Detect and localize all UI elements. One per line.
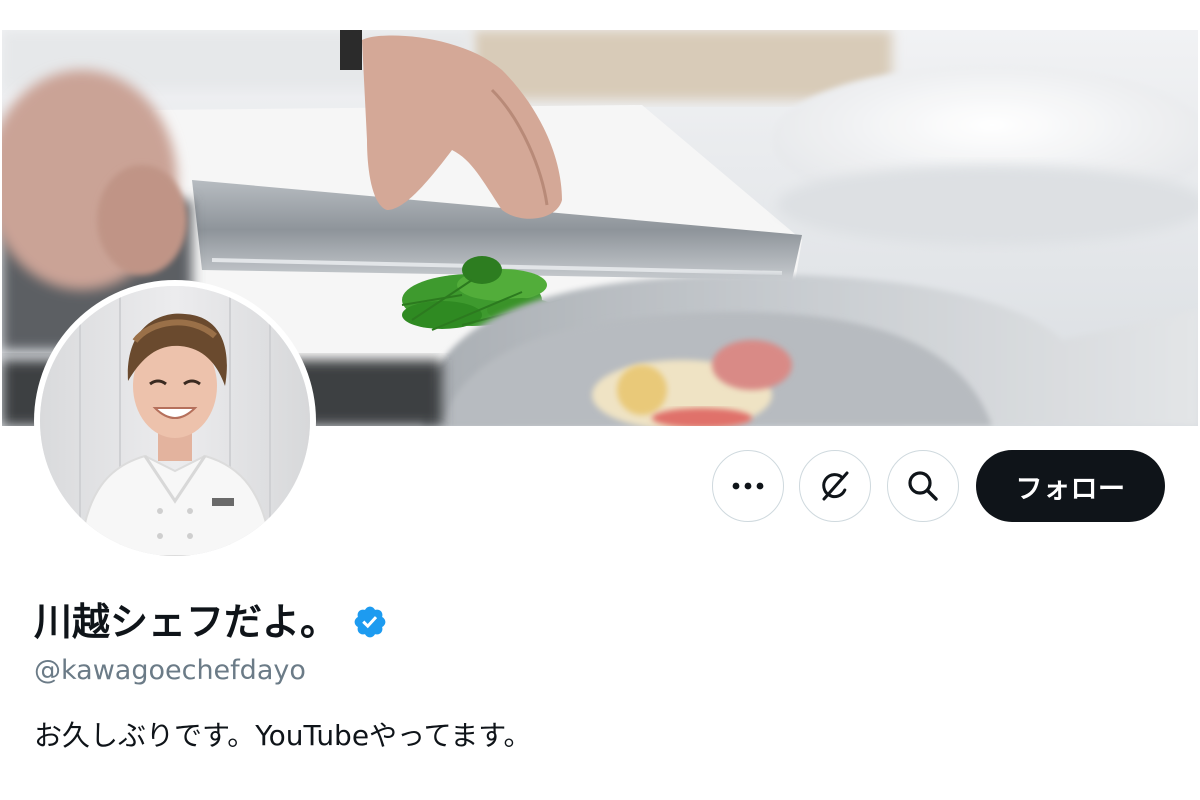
profile-bio: お久しぶりです。YouTubeやってます。 bbox=[34, 719, 532, 752]
search-button[interactable] bbox=[887, 450, 959, 522]
profile-avatar[interactable] bbox=[34, 280, 316, 562]
more-options-button[interactable] bbox=[712, 450, 784, 522]
grok-button[interactable] bbox=[799, 450, 871, 522]
display-name-row: 川越シェフだよ。 bbox=[34, 595, 388, 649]
follow-button[interactable]: フォロー bbox=[976, 450, 1165, 522]
more-horizontal-icon bbox=[732, 482, 764, 490]
grok-icon bbox=[817, 468, 853, 504]
username-handle: @kawagoechefdayo bbox=[34, 655, 306, 686]
avatar-image bbox=[40, 286, 310, 556]
verified-badge-icon[interactable] bbox=[352, 604, 388, 640]
search-icon bbox=[906, 469, 940, 503]
follow-button-label: フォロー bbox=[1015, 473, 1126, 505]
display-name: 川越シェフだよ。 bbox=[34, 600, 339, 644]
profile-page: フォロー 川越シェフだよ。 @kawagoechefdayo お久しぶりです。Y… bbox=[0, 0, 1200, 800]
